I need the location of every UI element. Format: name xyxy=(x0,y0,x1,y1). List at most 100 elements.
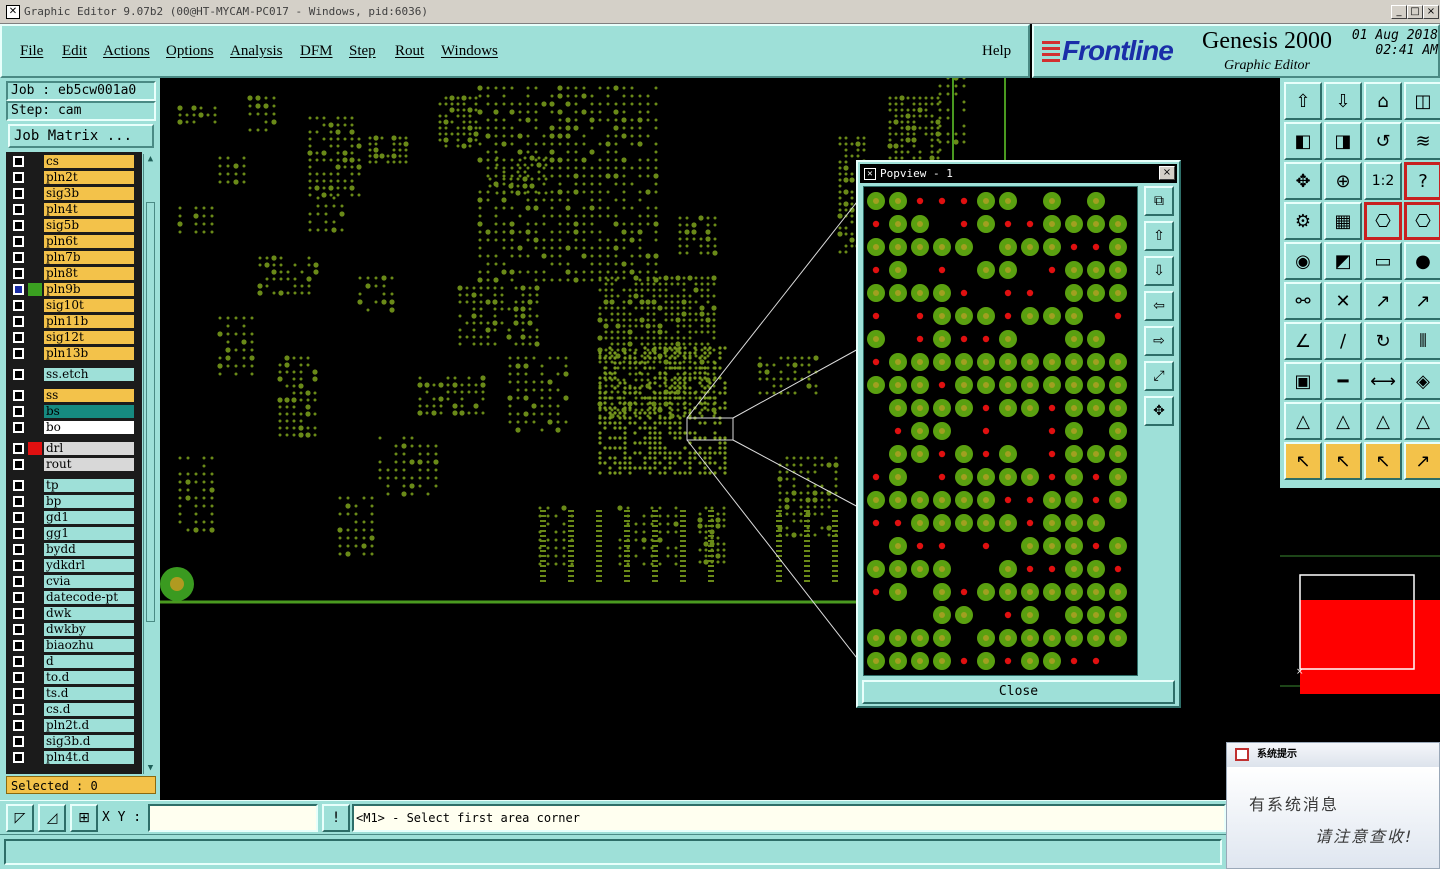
layer-name[interactable]: pln4t.d xyxy=(44,751,134,764)
move-left-icon[interactable]: ◧ xyxy=(1284,122,1322,160)
layer-name[interactable]: d xyxy=(44,655,134,668)
maximize-button[interactable]: □ xyxy=(1407,5,1423,19)
layer-name[interactable]: drl xyxy=(44,442,134,455)
layer-name[interactable]: bp xyxy=(44,495,134,508)
help-icon[interactable]: ? xyxy=(1404,162,1440,200)
layer-checkbox[interactable] xyxy=(13,608,24,619)
layer-checkbox[interactable] xyxy=(13,188,24,199)
layer-row[interactable]: rout xyxy=(6,457,142,472)
layer-checkbox[interactable] xyxy=(13,406,24,417)
net-icon[interactable]: ⎔ xyxy=(1364,202,1402,240)
layer-row[interactable]: sig5b xyxy=(6,218,142,233)
layer-checkbox[interactable] xyxy=(13,736,24,747)
popview-close-button[interactable]: Close xyxy=(862,680,1175,704)
dot-icon[interactable]: ● xyxy=(1404,242,1440,280)
layer-row[interactable]: biaozhu xyxy=(6,638,142,653)
layer-name[interactable]: bs xyxy=(44,405,134,418)
layer-name[interactable]: bydd xyxy=(44,543,134,556)
layer-name[interactable]: pln2t.d xyxy=(44,719,134,732)
layer-row[interactable]: d xyxy=(6,654,142,669)
menu-step[interactable]: Step xyxy=(349,43,376,60)
layer-row[interactable]: datecode-pt xyxy=(6,590,142,605)
layer-name[interactable]: sig3b.d xyxy=(44,735,134,748)
layer-color-swatch[interactable] xyxy=(28,283,42,296)
layer-row[interactable]: ss xyxy=(6,388,142,403)
select-arrow-icon[interactable]: ↖ xyxy=(1284,442,1322,480)
layer-row[interactable]: cs xyxy=(6,154,142,169)
ratio-icon[interactable]: 1:2 xyxy=(1364,162,1402,200)
layer-name[interactable]: sig12t xyxy=(44,331,134,344)
layer-name[interactable]: to.d xyxy=(44,671,134,684)
select-box-icon[interactable]: ↖ xyxy=(1324,442,1362,480)
layer-name[interactable]: pln13b xyxy=(44,347,134,360)
layer-checkbox[interactable] xyxy=(13,156,24,167)
job-matrix-button[interactable]: Job Matrix ... xyxy=(8,124,154,148)
layer-name[interactable]: rout xyxy=(44,458,134,471)
snap-icon[interactable]: ◸ xyxy=(6,804,34,832)
layer-row[interactable]: drl xyxy=(6,441,142,456)
xy-input[interactable] xyxy=(148,804,318,832)
select-round-icon[interactable]: ↖ xyxy=(1364,442,1402,480)
layer-name[interactable]: sig3b xyxy=(44,187,134,200)
tools-icon[interactable]: ⚙ xyxy=(1284,202,1322,240)
layer-name[interactable]: ss xyxy=(44,389,134,402)
layer-name[interactable]: ts.d xyxy=(44,687,134,700)
cross-icon[interactable]: ✕ xyxy=(1324,282,1362,320)
select-path-icon[interactable]: ↗ xyxy=(1404,442,1440,480)
flash-icon[interactable]: ◩ xyxy=(1324,242,1362,280)
layer-checkbox[interactable] xyxy=(13,220,24,231)
layer-row[interactable]: ss.etch xyxy=(6,367,142,382)
rect-add-icon[interactable]: ▣ xyxy=(1284,362,1322,400)
grid-icon[interactable]: ▦ xyxy=(1324,202,1362,240)
layer-row[interactable]: pln7b xyxy=(6,250,142,265)
layer-checkbox[interactable] xyxy=(13,268,24,279)
layer-name[interactable]: tp xyxy=(44,479,134,492)
snake-icon[interactable]: ≋ xyxy=(1404,122,1440,160)
zoom-fit-icon[interactable]: ⊕ xyxy=(1324,162,1362,200)
layer-checkbox[interactable] xyxy=(13,316,24,327)
layer-row[interactable]: pln8t xyxy=(6,266,142,281)
layer-checkbox[interactable] xyxy=(13,656,24,667)
layer-name[interactable]: pln9b xyxy=(44,283,134,296)
menu-windows[interactable]: Windows xyxy=(441,43,498,60)
layer-checkbox[interactable] xyxy=(13,720,24,731)
layer-name[interactable]: pln8t xyxy=(44,267,134,280)
shape-icon[interactable]: ◈ xyxy=(1404,362,1440,400)
layer-row[interactable]: pln2t.d xyxy=(6,718,142,733)
layer-name[interactable]: bo xyxy=(44,421,134,434)
layer-row[interactable]: gd1 xyxy=(6,510,142,525)
layer-checkbox[interactable] xyxy=(13,369,24,380)
layer-row[interactable]: sig10t xyxy=(6,298,142,313)
layer-checkbox[interactable] xyxy=(13,560,24,571)
layer-checkbox[interactable] xyxy=(13,332,24,343)
layer-row[interactable]: bp xyxy=(6,494,142,509)
window-icon[interactable]: ◫ xyxy=(1404,82,1440,120)
diagonal-icon[interactable]: ∕ xyxy=(1324,322,1362,360)
layer-row[interactable]: gg1 xyxy=(6,526,142,541)
layer-row[interactable]: bydd xyxy=(6,542,142,557)
layer-row[interactable]: pln4t xyxy=(6,202,142,217)
net-red-icon[interactable]: ⎔ xyxy=(1404,202,1440,240)
minimize-button[interactable]: _ xyxy=(1391,5,1407,19)
close-window-button[interactable]: × xyxy=(1423,5,1439,19)
ruler-icon[interactable]: ▭ xyxy=(1364,242,1402,280)
layer-checkbox[interactable] xyxy=(13,252,24,263)
undo-icon[interactable]: ↺ xyxy=(1364,122,1402,160)
grid-icon[interactable]: ⊞ xyxy=(70,804,98,832)
home-icon[interactable]: ⌂ xyxy=(1364,82,1402,120)
layer-name[interactable]: pln4t xyxy=(44,203,134,216)
layer-row[interactable]: cvia xyxy=(6,574,142,589)
layer-name[interactable]: dwkby xyxy=(44,623,134,636)
layer-row[interactable]: sig3b.d xyxy=(6,734,142,749)
connect-icon[interactable]: ⚯ xyxy=(1284,282,1322,320)
layer-name[interactable]: cs.d xyxy=(44,703,134,716)
triangle-red-icon[interactable]: △ xyxy=(1284,402,1322,440)
layer-row[interactable]: cs.d xyxy=(6,702,142,717)
pv-down-icon[interactable]: ⇩ xyxy=(1144,256,1174,286)
line-blue-icon[interactable]: ↗ xyxy=(1404,282,1440,320)
pv-zoom-in-icon[interactable]: ⤢ xyxy=(1144,361,1174,391)
layer-name[interactable]: datecode-pt xyxy=(44,591,134,604)
layer-row[interactable]: sig3b xyxy=(6,186,142,201)
layer-checkbox[interactable] xyxy=(13,204,24,215)
layer-checkbox[interactable] xyxy=(13,752,24,763)
